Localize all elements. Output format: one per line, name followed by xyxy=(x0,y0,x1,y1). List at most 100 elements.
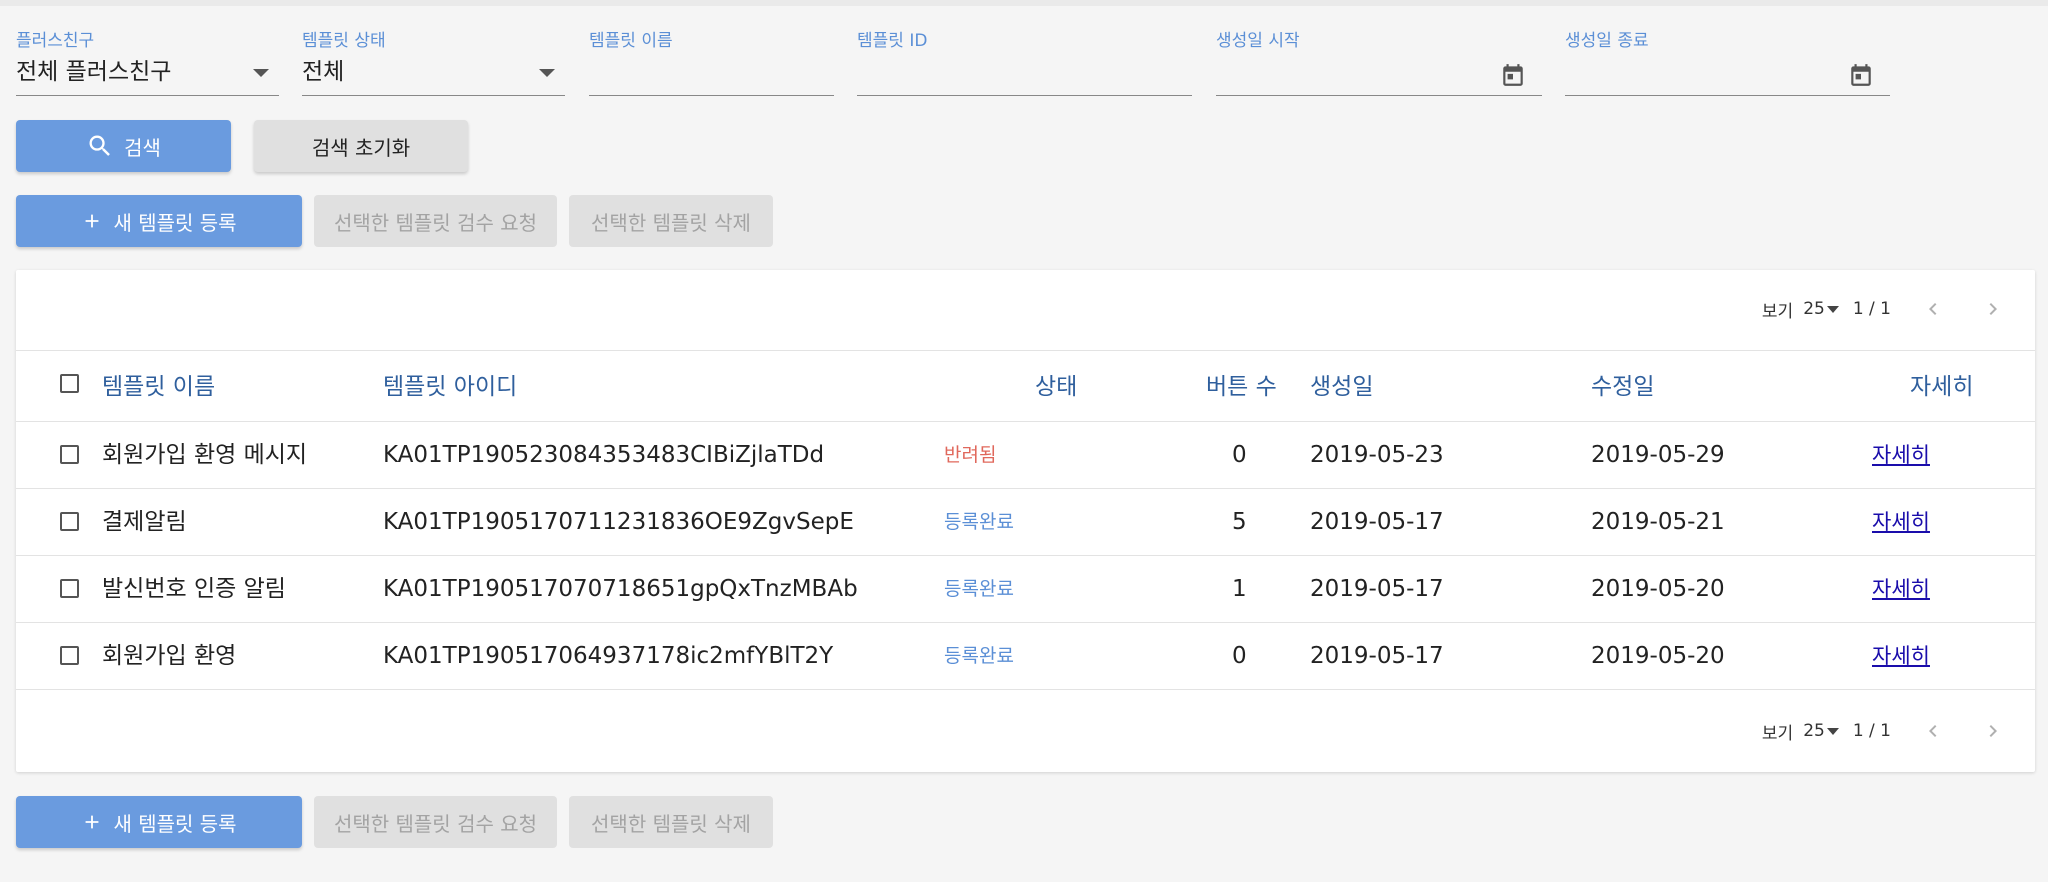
plus-friend-value: 전체 플러스친구 xyxy=(16,59,172,85)
reset-search-label: 검색 초기화 xyxy=(311,135,411,160)
delete-selected-label: 선택한 템플릿 삭제 xyxy=(591,811,751,836)
chevron-left-icon xyxy=(1929,725,1937,737)
calendar-icon[interactable] xyxy=(1848,62,1874,88)
per-page-value: 25 xyxy=(1803,299,1825,319)
template-name-filter[interactable]: 템플릿 이름 xyxy=(589,30,834,96)
plus-friend-filter[interactable]: 플러스친구 전체 플러스친구 xyxy=(16,30,279,96)
row-created: 2019-05-23 xyxy=(1310,442,1444,468)
created-start-label: 생성일 시작 xyxy=(1216,31,1300,51)
prev-page-button[interactable] xyxy=(1915,713,1951,749)
template-table-card: 보기 25 1 / 1 템플릿 이름 템플릿 아이디 상태 버튼 수 생성일 수… xyxy=(16,270,2035,772)
row-buttons: 5 xyxy=(1232,509,1247,535)
created-start-filter[interactable]: 생성일 시작 xyxy=(1216,30,1542,96)
row-id: KA01TP190517064937178ic2mfYBlT2Y xyxy=(383,643,834,669)
template-status-filter[interactable]: 템플릿 상태 전체 xyxy=(302,30,565,96)
request-review-label: 선택한 템플릿 검수 요청 xyxy=(333,210,538,235)
header-status[interactable]: 상태 xyxy=(1035,351,1077,423)
row-id: KA01TP190523084353483CIBiZjlaTDd xyxy=(383,442,825,468)
row-buttons: 0 xyxy=(1232,643,1247,669)
per-page-select[interactable]: 25 xyxy=(1803,299,1839,319)
request-review-button[interactable]: 선택한 템플릿 검수 요청 xyxy=(314,195,557,247)
prev-page-button[interactable] xyxy=(1915,291,1951,327)
header-modified[interactable]: 수정일 xyxy=(1591,351,1654,423)
created-start-input[interactable] xyxy=(1216,52,1542,96)
table-header: 템플릿 이름 템플릿 아이디 상태 버튼 수 생성일 수정일 자세히 xyxy=(16,350,2035,422)
chevron-right-icon xyxy=(1989,303,1997,315)
delete-selected-button[interactable]: 선택한 템플릿 삭제 xyxy=(569,195,773,247)
request-review-label: 선택한 템플릿 검수 요청 xyxy=(333,811,538,836)
table-row: 발신번호 인증 알림 KA01TP190517070718651gpQxTnzM… xyxy=(16,556,2035,623)
header-name[interactable]: 템플릿 이름 xyxy=(102,351,215,423)
header-buttons[interactable]: 버튼 수 xyxy=(1206,351,1277,423)
template-status-value: 전체 xyxy=(302,59,345,85)
pagination-bottom: 보기 25 1 / 1 xyxy=(1762,711,2011,751)
status-badge: 반려됨 xyxy=(944,444,997,466)
row-modified: 2019-05-29 xyxy=(1591,442,1725,468)
detail-link[interactable]: 자세히 xyxy=(1872,489,1930,556)
per-page-select[interactable]: 25 xyxy=(1803,721,1839,741)
row-modified: 2019-05-20 xyxy=(1591,576,1725,602)
template-id-filter[interactable]: 템플릿 ID xyxy=(857,30,1192,96)
status-badge: 등록완료 xyxy=(944,578,1014,600)
new-template-button[interactable]: 새 템플릿 등록 xyxy=(16,796,302,848)
header-detail: 자세히 xyxy=(1910,374,1974,400)
next-page-button[interactable] xyxy=(1975,713,2011,749)
row-id: KA01TP190517070718651gpQxTnzMBAb xyxy=(383,576,858,602)
row-checkbox[interactable] xyxy=(60,512,79,531)
new-template-label: 새 템플릿 등록 xyxy=(113,811,237,836)
row-checkbox[interactable] xyxy=(60,579,79,598)
chevron-down-icon xyxy=(1826,305,1839,313)
row-checkbox[interactable] xyxy=(60,445,79,464)
row-buttons: 1 xyxy=(1232,576,1247,602)
reset-search-button[interactable]: 검색 초기화 xyxy=(254,120,468,172)
template-id-input[interactable] xyxy=(857,52,1192,96)
template-status-label: 템플릿 상태 xyxy=(302,31,386,51)
row-created: 2019-05-17 xyxy=(1310,643,1444,669)
request-review-button[interactable]: 선택한 템플릿 검수 요청 xyxy=(314,796,557,848)
top-bar-shadow xyxy=(0,0,2048,6)
row-name: 발신번호 인증 알림 xyxy=(102,576,286,602)
page-range: 1 / 1 xyxy=(1852,721,1891,741)
detail-link[interactable]: 자세히 xyxy=(1872,422,1930,489)
detail-link[interactable]: 자세히 xyxy=(1872,623,1930,690)
delete-selected-button[interactable]: 선택한 템플릿 삭제 xyxy=(569,796,773,848)
row-checkbox[interactable] xyxy=(60,646,79,665)
delete-selected-label: 선택한 템플릿 삭제 xyxy=(591,210,751,235)
new-template-button[interactable]: 새 템플릿 등록 xyxy=(16,195,302,247)
row-modified: 2019-05-20 xyxy=(1591,643,1725,669)
row-name: 회원가입 환영 메시지 xyxy=(102,442,308,468)
pagination-top: 보기 25 1 / 1 xyxy=(1762,289,2011,329)
search-button-label: 검색 xyxy=(124,135,161,160)
created-end-filter[interactable]: 생성일 종료 xyxy=(1565,30,1890,96)
plus-icon xyxy=(86,815,99,829)
next-page-button[interactable] xyxy=(1975,291,2011,327)
chevron-left-icon xyxy=(1929,303,1937,315)
row-modified: 2019-05-21 xyxy=(1591,509,1725,535)
plus-friend-select[interactable]: 전체 플러스친구 xyxy=(16,52,279,96)
row-buttons: 0 xyxy=(1232,442,1247,468)
created-end-label: 생성일 종료 xyxy=(1565,31,1649,51)
header-id[interactable]: 템플릿 아이디 xyxy=(383,351,517,423)
status-badge: 등록완료 xyxy=(944,645,1014,667)
row-id: KA01TP1905170711231836OE9ZgvSepE xyxy=(383,509,854,535)
table-row: 결제알림 KA01TP1905170711231836OE9ZgvSepE 등록… xyxy=(16,489,2035,556)
header-created[interactable]: 생성일 xyxy=(1310,351,1373,423)
chevron-right-icon xyxy=(1989,725,1997,737)
row-created: 2019-05-17 xyxy=(1310,576,1444,602)
chevron-down-icon xyxy=(539,69,555,77)
page-range: 1 / 1 xyxy=(1852,299,1891,319)
calendar-icon[interactable] xyxy=(1500,62,1526,88)
select-all-checkbox[interactable] xyxy=(60,374,79,393)
view-label: 보기 xyxy=(1761,301,1794,322)
view-label: 보기 xyxy=(1761,723,1794,744)
created-end-input[interactable] xyxy=(1565,52,1890,96)
chevron-down-icon xyxy=(253,69,269,77)
template-name-input[interactable] xyxy=(589,52,834,96)
status-badge: 등록완료 xyxy=(944,511,1014,533)
row-name: 회원가입 환영 xyxy=(102,643,237,669)
search-button[interactable]: 검색 xyxy=(16,120,231,172)
per-page-value: 25 xyxy=(1803,721,1825,741)
detail-link[interactable]: 자세히 xyxy=(1872,556,1930,623)
template-status-select[interactable]: 전체 xyxy=(302,52,565,96)
table-row: 회원가입 환영 KA01TP190517064937178ic2mfYBlT2Y… xyxy=(16,623,2035,690)
